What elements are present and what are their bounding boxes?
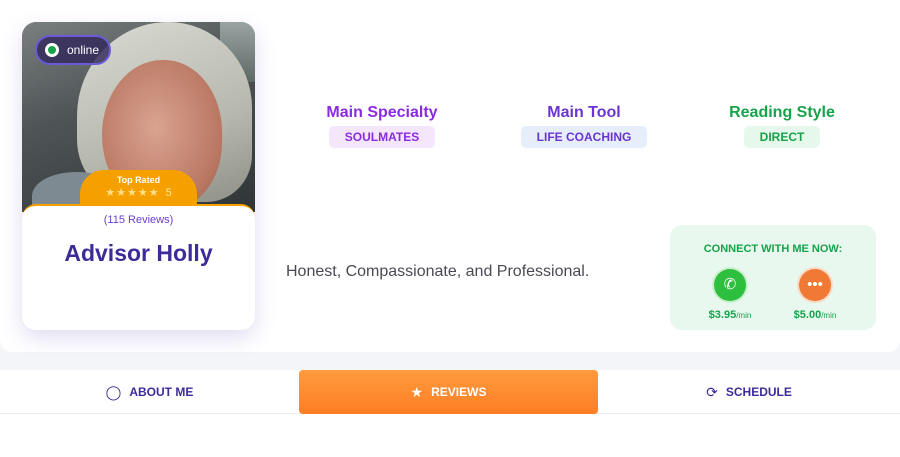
profile-card[interactable]: online Top Rated ★★★★★ 5 (115 Reviews) A… <box>22 22 255 330</box>
tab-content-area <box>0 414 900 457</box>
tab-about-me-label: ABOUT ME <box>129 385 194 399</box>
tab-schedule[interactable]: ⟳ SCHEDULE <box>598 370 900 414</box>
chat-price: $5.00/min <box>793 309 837 321</box>
connect-panel: CONNECT WITH ME NOW: ✆ $3.95/min ••• $5.… <box>670 225 876 330</box>
call-option: ✆ $3.95/min <box>700 269 760 321</box>
online-dot-icon <box>45 43 59 57</box>
profile-tabs: ◯ ABOUT ME ★ REVIEWS ⟳ SCHEDULE <box>0 370 900 421</box>
star-rating-icon: ★★★★★ <box>105 187 160 199</box>
chat-option: ••• $5.00/min <box>785 269 845 321</box>
advisor-tagline: Honest, Compassionate, and Professional. <box>286 263 590 280</box>
online-status-badge: online <box>35 35 112 65</box>
reviews-count-link[interactable]: (115 Reviews) <box>22 214 255 226</box>
main-tool: Main Tool LIFE COACHING <box>504 104 664 148</box>
user-icon: ◯ <box>105 383 122 400</box>
tab-schedule-label: SCHEDULE <box>725 385 792 399</box>
connect-title: CONNECT WITH ME NOW: <box>703 243 843 255</box>
chat-bubble-icon: ••• <box>807 276 823 293</box>
call-price: $3.95/min <box>708 309 752 321</box>
main-specialty-tag: SOULMATES <box>328 126 436 148</box>
advisor-name: Advisor Holly <box>64 240 213 266</box>
tab-reviews[interactable]: ★ REVIEWS <box>299 370 598 421</box>
schedule-icon: ⟳ <box>706 383 718 400</box>
reviews-icon: ★ <box>410 383 424 400</box>
chat-button[interactable]: ••• <box>799 269 831 301</box>
status-label: online <box>67 43 100 57</box>
main-specialty: Main Specialty SOULMATES <box>302 104 462 148</box>
top-rated-label: Top Rated <box>116 175 161 185</box>
main-tool-tag: LIFE COACHING <box>520 126 648 148</box>
phone-call-button[interactable]: ✆ <box>714 269 746 301</box>
profile-card-info: (115 Reviews) Advisor Holly <box>22 204 255 330</box>
reading-style: Reading Style DIRECT <box>702 104 862 148</box>
advisor-header-card: online Top Rated ★★★★★ 5 (115 Reviews) A… <box>0 0 900 352</box>
phone-icon: ✆ <box>723 276 737 293</box>
reading-style-label: Reading Style <box>729 104 835 121</box>
reading-style-tag: DIRECT <box>743 126 821 148</box>
tab-reviews-label: REVIEWS <box>431 385 487 399</box>
main-tool-label: Main Tool <box>547 104 621 121</box>
tab-about-me[interactable]: ◯ ABOUT ME <box>0 370 299 414</box>
main-specialty-label: Main Specialty <box>326 104 438 121</box>
rating-value: 5 <box>165 186 172 199</box>
